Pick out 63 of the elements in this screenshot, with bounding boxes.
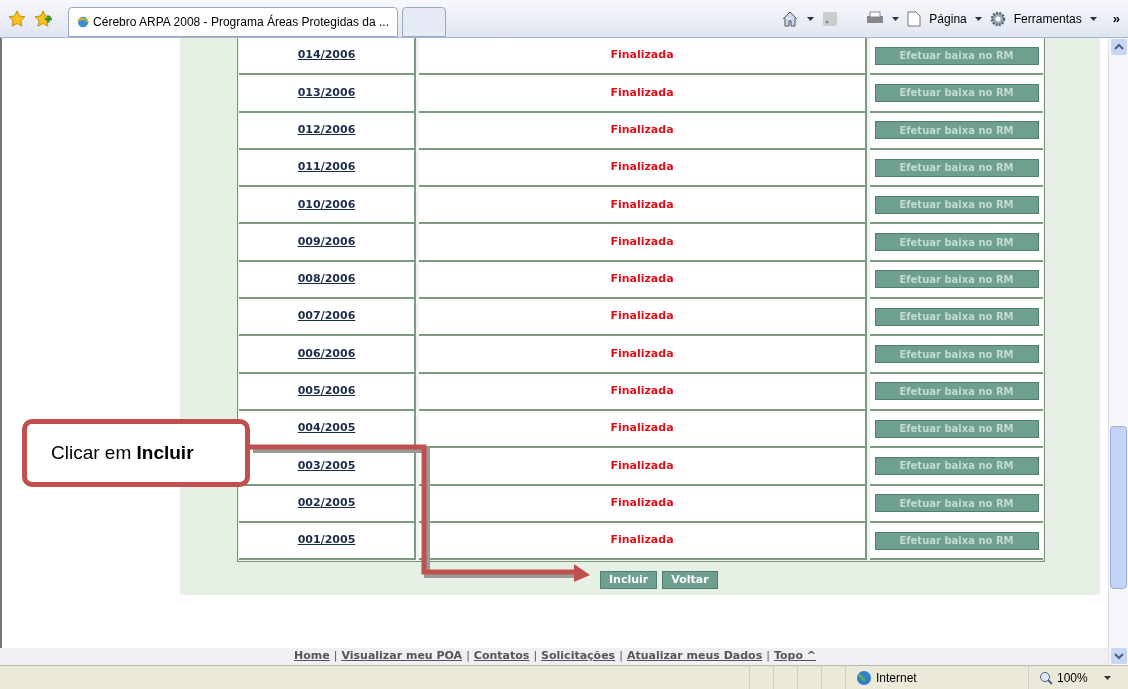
footer-link[interactable]: Topo ^ <box>773 648 816 665</box>
separator-text: | <box>619 648 623 665</box>
record-link[interactable]: 012/2006 <box>297 122 356 139</box>
zoom-icon[interactable] <box>1039 670 1053 685</box>
record-link[interactable]: 010/2006 <box>297 196 356 214</box>
record-link[interactable]: 008/2006 <box>297 271 356 288</box>
record-link[interactable]: 013/2006 <box>297 84 356 102</box>
separator-text: | <box>533 648 538 665</box>
separator-text: | <box>333 648 338 665</box>
zoom-text[interactable]: 100% <box>1057 668 1088 687</box>
status-text: Finalizada <box>610 457 674 474</box>
footer-link[interactable]: Atualizar meus Dados <box>626 648 763 665</box>
record-link[interactable]: 006/2006 <box>297 345 356 363</box>
record-link[interactable]: 005/2006 <box>297 383 356 400</box>
status-text: Finalizada <box>610 532 674 549</box>
home-icon[interactable] <box>781 9 800 28</box>
status-text: Finalizada <box>610 84 674 101</box>
record-link[interactable]: 002/2005 <box>297 494 356 512</box>
caret-icon[interactable] <box>1089 16 1097 21</box>
record-link[interactable]: 003/2005 <box>297 457 356 475</box>
tab-title: Cérebro ARPA 2008 - Programa Áreas Protegidas da ... <box>93 13 389 31</box>
status-text: Finalizada <box>610 308 674 325</box>
add-favorite-icon[interactable] <box>34 9 52 28</box>
zone-text: Internet <box>876 669 917 687</box>
globe-icon <box>77 15 90 29</box>
browser-tab[interactable]: Cérebro ARPA 2008 - Programa Áreas Protegidas da ... <box>68 7 398 37</box>
record-link[interactable]: 001/2005 <box>297 532 356 549</box>
status-text: Finalizada <box>610 494 674 511</box>
status-text: Finalizada <box>610 233 674 250</box>
caret-icon[interactable] <box>1103 675 1111 680</box>
status-text: Finalizada <box>610 345 674 362</box>
page-menu[interactable]: Página <box>929 9 967 28</box>
scroll-up-icon[interactable] <box>1109 38 1128 56</box>
overflow-chevron[interactable]: » <box>1112 8 1120 29</box>
record-link[interactable]: 007/2006 <box>297 308 356 325</box>
record-link[interactable]: 009/2006 <box>297 233 356 251</box>
status-text: Finalizada <box>610 420 674 437</box>
status-text: Finalizada <box>610 47 674 64</box>
separator-text: | <box>466 648 470 665</box>
footer-link[interactable]: Contatos <box>473 648 530 665</box>
star-icon[interactable] <box>8 9 26 28</box>
status-text: Finalizada <box>610 271 674 288</box>
caret-icon[interactable] <box>892 16 900 21</box>
page-icon <box>907 10 922 27</box>
record-link[interactable]: 011/2006 <box>297 159 356 176</box>
status-text: Finalizada <box>610 122 674 138</box>
footer-link[interactable]: Solicitações <box>541 648 616 665</box>
record-link[interactable]: 004/2005 <box>297 420 356 437</box>
status-text: Finalizada <box>610 159 674 176</box>
record-link[interactable]: 014/2006 <box>297 47 356 64</box>
status-text: Finalizada <box>610 196 674 213</box>
status-text: Finalizada <box>610 383 674 400</box>
separator-text: | <box>766 648 770 665</box>
scroll-thumb[interactable] <box>1110 426 1127 589</box>
caret-icon[interactable] <box>974 16 982 21</box>
globe-icon <box>856 669 872 686</box>
tools-menu[interactable]: Ferramentas <box>1013 9 1082 28</box>
footer-link[interactable]: Home <box>294 648 330 665</box>
caret-icon[interactable] <box>807 16 815 21</box>
callout-text: Clicar em Incluir <box>51 440 194 465</box>
footer-link[interactable]: Visualizar meu POA <box>341 648 463 665</box>
scroll-down-icon[interactable] <box>1109 647 1128 665</box>
gear-icon <box>989 10 1006 27</box>
